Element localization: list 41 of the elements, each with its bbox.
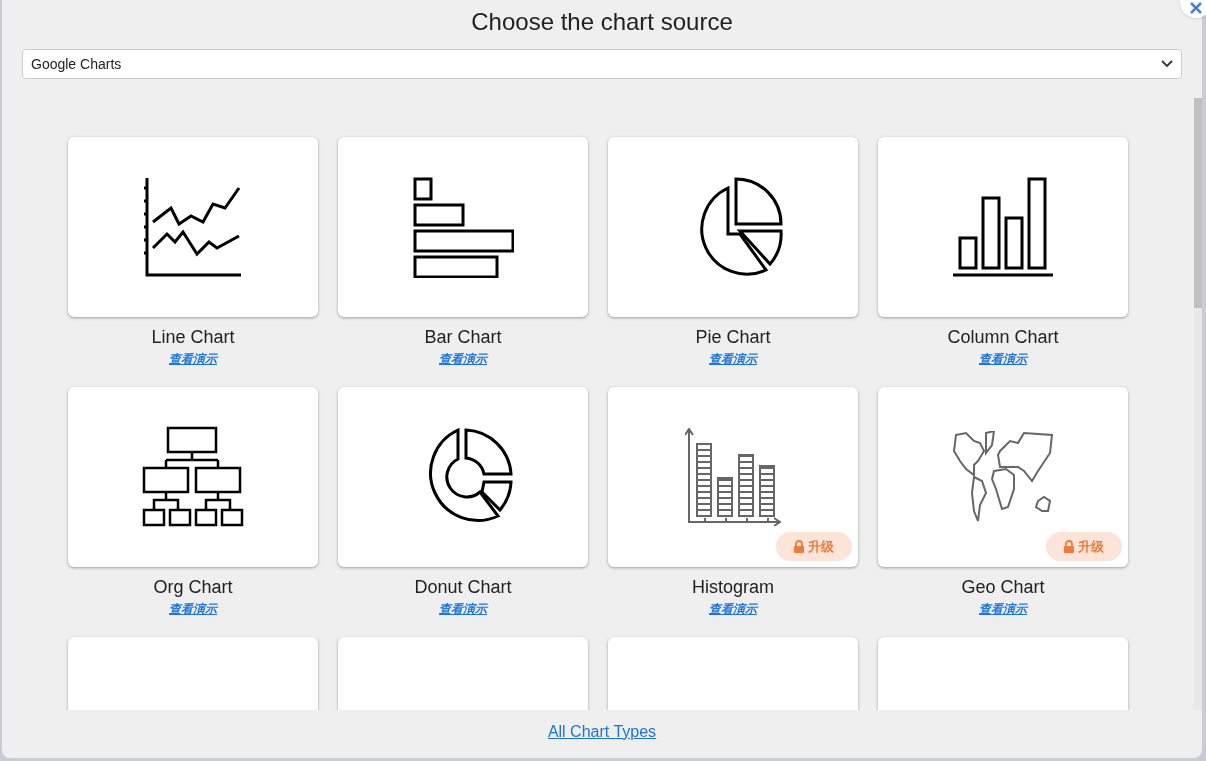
chart-name: Histogram — [692, 576, 774, 599]
demo-link[interactable]: 查看演示 — [709, 601, 757, 617]
chart-name: Geo Chart — [961, 576, 1045, 599]
dialog-title: Choose the chart source — [471, 7, 733, 37]
demo-link[interactable]: 查看演示 — [709, 351, 757, 367]
chart-name: Column Chart — [947, 326, 1059, 349]
demo-link[interactable]: 查看演示 — [169, 351, 217, 367]
chart-card[interactable] — [878, 137, 1128, 317]
chart-card[interactable] — [68, 137, 318, 317]
world-map-icon — [952, 431, 1054, 523]
chart-card[interactable]: 升级 — [878, 387, 1128, 567]
demo-link[interactable]: 查看演示 — [979, 601, 1027, 617]
chart-card[interactable] — [608, 137, 858, 317]
upgrade-badge[interactable]: 升级 — [1046, 532, 1122, 561]
demo-link[interactable]: 查看演示 — [439, 351, 487, 367]
chart-card[interactable]: 升级 — [608, 387, 858, 567]
demo-link[interactable]: 查看演示 — [439, 601, 487, 617]
chart-name: Line Chart — [151, 326, 235, 349]
close-icon — [1190, 2, 1202, 14]
histogram-icon — [685, 428, 781, 526]
source-select[interactable]: Google Charts — [22, 49, 1182, 79]
scrollbar[interactable] — [1194, 98, 1202, 710]
chart-name: Donut Chart — [414, 576, 512, 599]
lock-icon — [1064, 540, 1074, 553]
chart-name: Pie Chart — [695, 326, 771, 349]
lock-icon — [794, 540, 804, 553]
chart-name: Bar Chart — [424, 326, 502, 349]
chevron-down-icon — [1161, 60, 1173, 68]
chart-card[interactable] — [338, 137, 588, 317]
demo-link[interactable]: 查看演示 — [979, 351, 1027, 367]
scrollbar-thumb[interactable] — [1194, 98, 1202, 308]
all-chart-types-link[interactable]: All Chart Types — [547, 720, 657, 744]
org-chart-icon — [142, 426, 244, 528]
bar-chart-icon — [412, 176, 514, 278]
chart-name: Org Chart — [153, 576, 233, 599]
chart-card[interactable] — [338, 387, 588, 567]
demo-link[interactable]: 查看演示 — [169, 601, 217, 617]
chart-card[interactable] — [68, 387, 318, 567]
upgrade-badge[interactable]: 升级 — [776, 532, 852, 561]
column-chart-icon — [952, 176, 1054, 278]
line-chart-icon — [143, 176, 243, 278]
